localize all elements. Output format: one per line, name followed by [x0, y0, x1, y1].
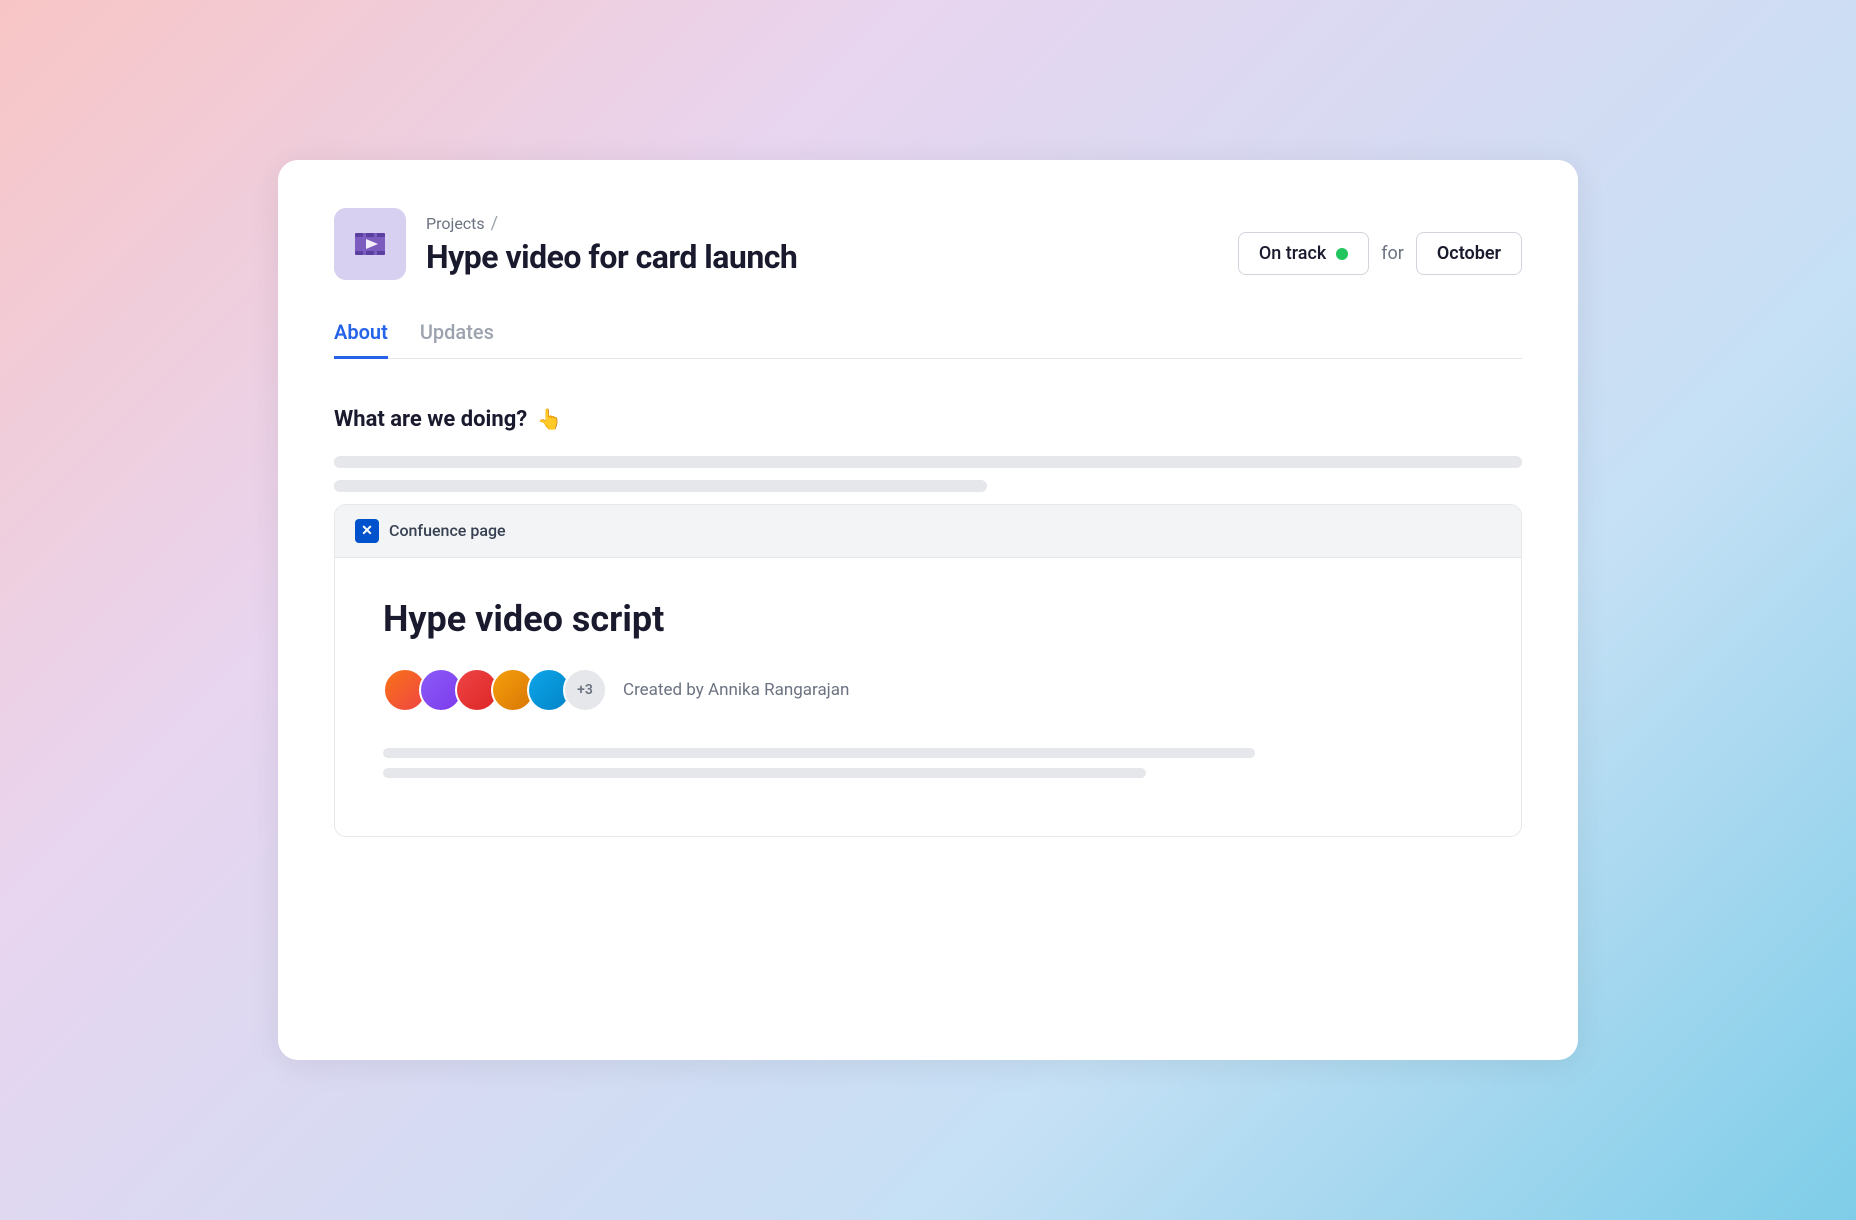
breadcrumb: Projects / [426, 213, 797, 234]
confluence-body: Hype video script +3 Created by Annika R… [335, 558, 1521, 836]
section-what-doing: What are we doing? 👆 [334, 407, 1522, 432]
confluence-card[interactable]: ✕ Confuence page Hype video script +3 Cr… [334, 504, 1522, 837]
status-dot [1336, 248, 1348, 260]
main-card: Projects / Hype video for card launch On… [278, 160, 1578, 1060]
confluence-doc-title: Hype video script [383, 598, 1473, 640]
avatars-row: +3 Created by Annika Rangarajan [383, 668, 1473, 712]
conf-skeleton-1 [383, 748, 1255, 758]
confluence-card-header: ✕ Confuence page [335, 505, 1521, 558]
status-label: On track [1259, 243, 1326, 264]
tab-updates[interactable]: Updates [420, 320, 494, 359]
confluence-icon: ✕ [355, 519, 379, 543]
cursor-hand-icon: 👆 [537, 407, 562, 431]
conf-skeleton-2 [383, 768, 1146, 778]
skeleton-line-1 [334, 456, 1522, 468]
breadcrumb-projects[interactable]: Projects [426, 214, 485, 233]
avatar-extra-count: +3 [563, 668, 607, 712]
for-text: for [1381, 243, 1404, 264]
status-badge[interactable]: On track [1238, 232, 1369, 275]
confluence-skeleton [383, 748, 1473, 778]
header: Projects / Hype video for card launch On… [334, 208, 1522, 280]
tab-about[interactable]: About [334, 320, 388, 359]
created-by-text: Created by Annika Rangarajan [623, 680, 849, 700]
month-badge[interactable]: October [1416, 232, 1522, 275]
breadcrumb-separator: / [491, 213, 498, 234]
section-title-text: What are we doing? [334, 407, 527, 432]
confluence-label: Confuence page [389, 521, 506, 540]
header-text: Projects / Hype video for card launch [426, 213, 797, 276]
skeleton-line-2 [334, 480, 987, 492]
header-left: Projects / Hype video for card launch [334, 208, 797, 280]
tabs: About Updates [334, 320, 1522, 359]
project-title: Hype video for card launch [426, 238, 797, 276]
film-icon [352, 226, 388, 262]
header-right: On track for October [1238, 232, 1522, 275]
project-icon [334, 208, 406, 280]
